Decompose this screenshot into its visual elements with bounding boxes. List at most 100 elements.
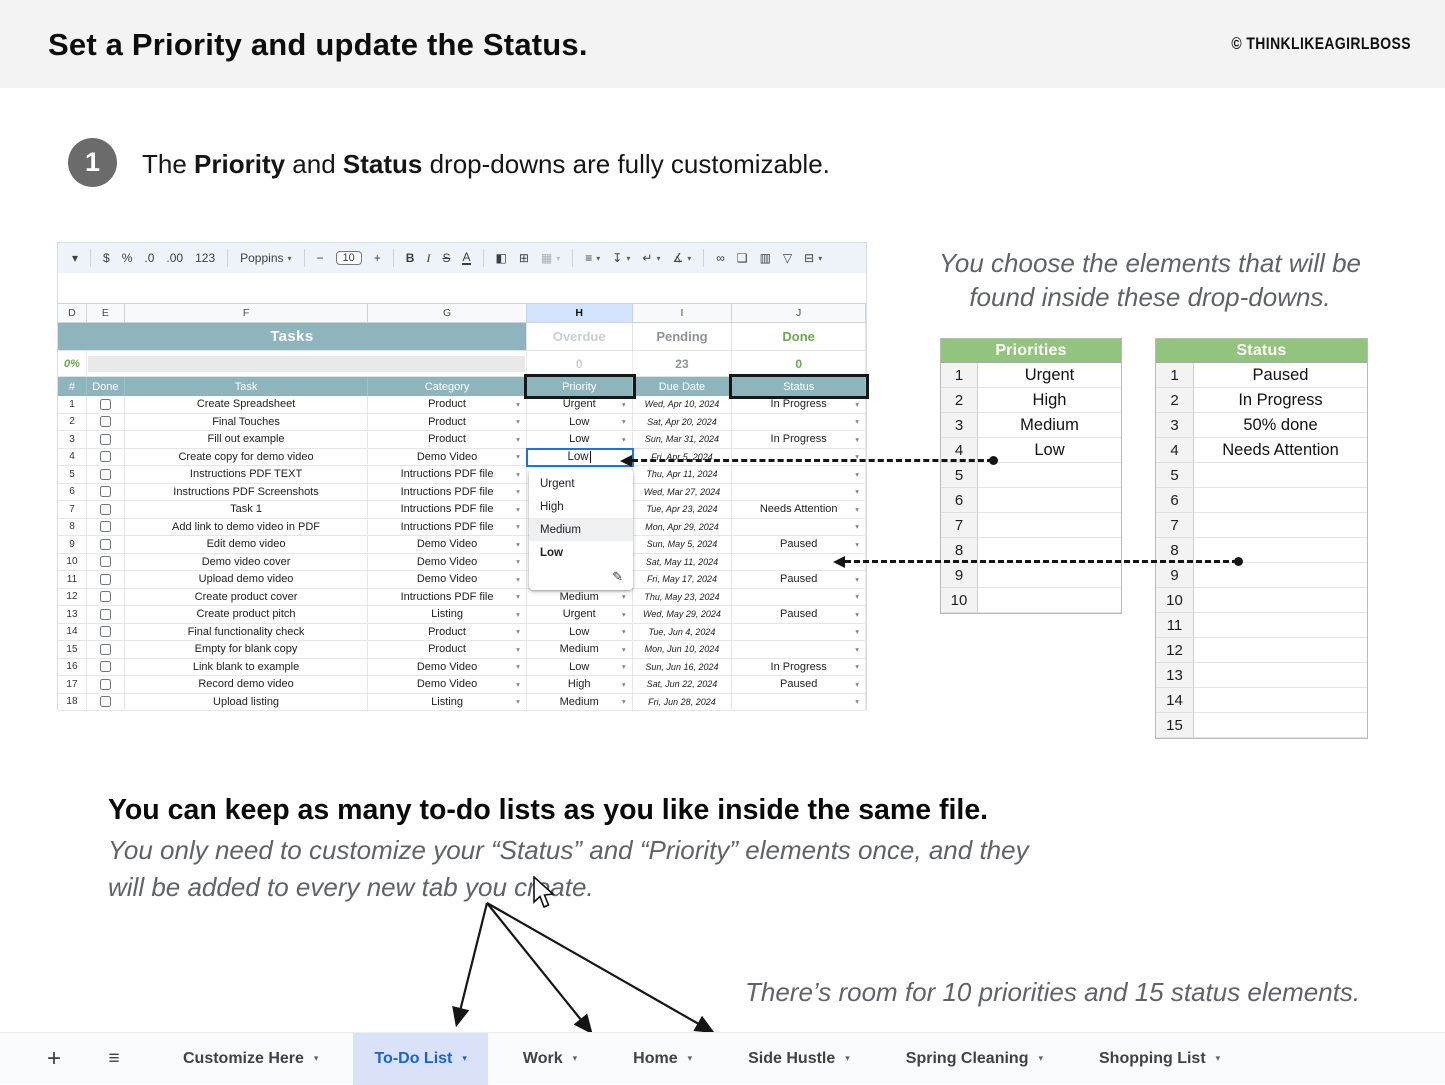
- task-cell[interactable]: Instructions PDF TEXT: [125, 466, 368, 484]
- priority-cell[interactable]: Low▾: [527, 624, 633, 642]
- done-checkbox[interactable]: [100, 521, 111, 532]
- status-cell[interactable]: ▾: [732, 466, 866, 484]
- category-cell[interactable]: Intructions PDF file▾: [368, 589, 527, 607]
- borders-icon[interactable]: ⊞: [519, 251, 529, 265]
- strikethrough-icon[interactable]: S: [442, 251, 450, 265]
- text-rotation-icon[interactable]: ∡▾: [672, 251, 691, 265]
- done-cell[interactable]: [87, 571, 125, 589]
- priority-value[interactable]: High: [978, 388, 1121, 413]
- format-currency-icon[interactable]: $: [103, 251, 110, 265]
- due-date-cell[interactable]: Sun, Jun 16, 2024: [633, 659, 733, 677]
- task-cell[interactable]: Empty for blank copy: [125, 641, 368, 659]
- due-date-cell[interactable]: Wed, Mar 27, 2024: [633, 484, 733, 502]
- done-cell[interactable]: [87, 641, 125, 659]
- done-checkbox[interactable]: [100, 626, 111, 637]
- priority-cell[interactable]: High▾: [527, 676, 633, 694]
- italic-icon[interactable]: I: [426, 251, 430, 266]
- tab-home[interactable]: Home▾: [612, 1033, 713, 1085]
- done-cell[interactable]: [87, 484, 125, 502]
- category-cell[interactable]: Intructions PDF file▾: [368, 484, 527, 502]
- done-cell[interactable]: [87, 676, 125, 694]
- font-name-select[interactable]: Poppins▾: [240, 251, 291, 265]
- priority-value[interactable]: [978, 488, 1121, 513]
- task-cell[interactable]: Demo video cover: [125, 554, 368, 572]
- status-cell[interactable]: ▾: [732, 449, 866, 467]
- category-cell[interactable]: Listing▾: [368, 606, 527, 624]
- task-cell[interactable]: Fill out example: [125, 431, 368, 449]
- increase-decimals-icon[interactable]: .00: [166, 251, 183, 265]
- priority-cell[interactable]: Urgent▾: [527, 396, 633, 414]
- tab-customize-here[interactable]: Customize Here▾: [162, 1033, 339, 1085]
- done-cell[interactable]: [87, 501, 125, 519]
- category-cell[interactable]: Product▾: [368, 624, 527, 642]
- task-cell[interactable]: Instructions PDF Screenshots: [125, 484, 368, 502]
- done-cell[interactable]: [87, 659, 125, 677]
- column-header-H[interactable]: H: [527, 304, 633, 322]
- category-cell[interactable]: Product▾: [368, 641, 527, 659]
- due-date-cell[interactable]: Mon, Jun 10, 2024: [633, 641, 733, 659]
- due-date-cell[interactable]: Fri, May 17, 2024: [633, 571, 733, 589]
- category-cell[interactable]: Intructions PDF file▾: [368, 501, 527, 519]
- done-cell[interactable]: [87, 449, 125, 467]
- priority-value[interactable]: [978, 588, 1121, 613]
- done-checkbox[interactable]: [100, 469, 111, 480]
- task-cell[interactable]: Link blank to example: [125, 659, 368, 677]
- add-sheet-button[interactable]: +: [42, 1045, 66, 1073]
- horizontal-align-icon[interactable]: ≡▾: [585, 251, 600, 265]
- done-cell[interactable]: [87, 519, 125, 537]
- insert-link-icon[interactable]: ∞: [716, 251, 725, 265]
- priority-cell[interactable]: Urgent▾: [527, 606, 633, 624]
- fill-color-icon[interactable]: ◧: [496, 251, 507, 265]
- done-cell[interactable]: [87, 466, 125, 484]
- status-cell[interactable]: Paused▾: [732, 536, 866, 554]
- priority-cell[interactable]: Low▾: [527, 659, 633, 677]
- category-cell[interactable]: Intructions PDF file▾: [368, 519, 527, 537]
- category-cell[interactable]: Demo Video▾: [368, 449, 527, 467]
- task-cell[interactable]: Upload listing: [125, 694, 368, 712]
- priority-cell-editing[interactable]: Low: [527, 449, 633, 467]
- due-date-cell[interactable]: Sat, Jun 22, 2024: [633, 676, 733, 694]
- priority-value[interactable]: Medium: [978, 413, 1121, 438]
- decrease-font-size-icon[interactable]: −: [317, 251, 324, 265]
- status-value[interactable]: [1194, 463, 1367, 488]
- status-cell[interactable]: Paused▾: [732, 676, 866, 694]
- done-cell[interactable]: [87, 694, 125, 712]
- status-cell[interactable]: In Progress▾: [732, 431, 866, 449]
- status-cell[interactable]: ▾: [732, 694, 866, 712]
- priority-cell[interactable]: Low▾: [527, 414, 633, 432]
- status-cell[interactable]: ▾: [732, 589, 866, 607]
- status-value[interactable]: In Progress: [1194, 388, 1367, 413]
- all-sheets-menu-icon[interactable]: ≡: [102, 1048, 126, 1070]
- done-checkbox[interactable]: [100, 556, 111, 567]
- done-cell[interactable]: [87, 589, 125, 607]
- insert-comment-icon[interactable]: ❏: [737, 251, 748, 265]
- category-cell[interactable]: Listing▾: [368, 694, 527, 712]
- dropdown-option-low[interactable]: Low: [529, 541, 633, 564]
- dropdown-option-high[interactable]: High: [529, 495, 633, 518]
- priority-value[interactable]: [978, 513, 1121, 538]
- status-value[interactable]: [1194, 713, 1367, 738]
- column-header-D[interactable]: D: [58, 304, 87, 322]
- table-views-icon[interactable]: ⊟▾: [804, 251, 822, 265]
- status-value[interactable]: Paused: [1194, 363, 1367, 388]
- done-checkbox[interactable]: [100, 574, 111, 585]
- dropdown-option-urgent[interactable]: Urgent: [529, 472, 633, 495]
- status-cell[interactable]: Needs Attention▾: [732, 501, 866, 519]
- bold-icon[interactable]: B: [406, 251, 415, 265]
- done-checkbox[interactable]: [100, 504, 111, 515]
- priority-value[interactable]: Urgent: [978, 363, 1121, 388]
- column-header-G[interactable]: G: [368, 304, 527, 322]
- tab-shopping-list[interactable]: Shopping List▾: [1078, 1033, 1241, 1085]
- done-cell[interactable]: [87, 396, 125, 414]
- status-value[interactable]: [1194, 638, 1367, 663]
- dropdown-option-medium[interactable]: Medium: [529, 518, 633, 541]
- done-checkbox[interactable]: [100, 434, 111, 445]
- tab-work[interactable]: Work▾: [502, 1033, 598, 1085]
- column-header-I[interactable]: I: [633, 304, 733, 322]
- task-cell[interactable]: Final Touches: [125, 414, 368, 432]
- status-cell[interactable]: Paused▾: [732, 571, 866, 589]
- done-cell[interactable]: [87, 536, 125, 554]
- done-cell[interactable]: [87, 414, 125, 432]
- task-cell[interactable]: Add link to demo video in PDF: [125, 519, 368, 537]
- tab-to-do-list[interactable]: To-Do List▾: [353, 1033, 487, 1085]
